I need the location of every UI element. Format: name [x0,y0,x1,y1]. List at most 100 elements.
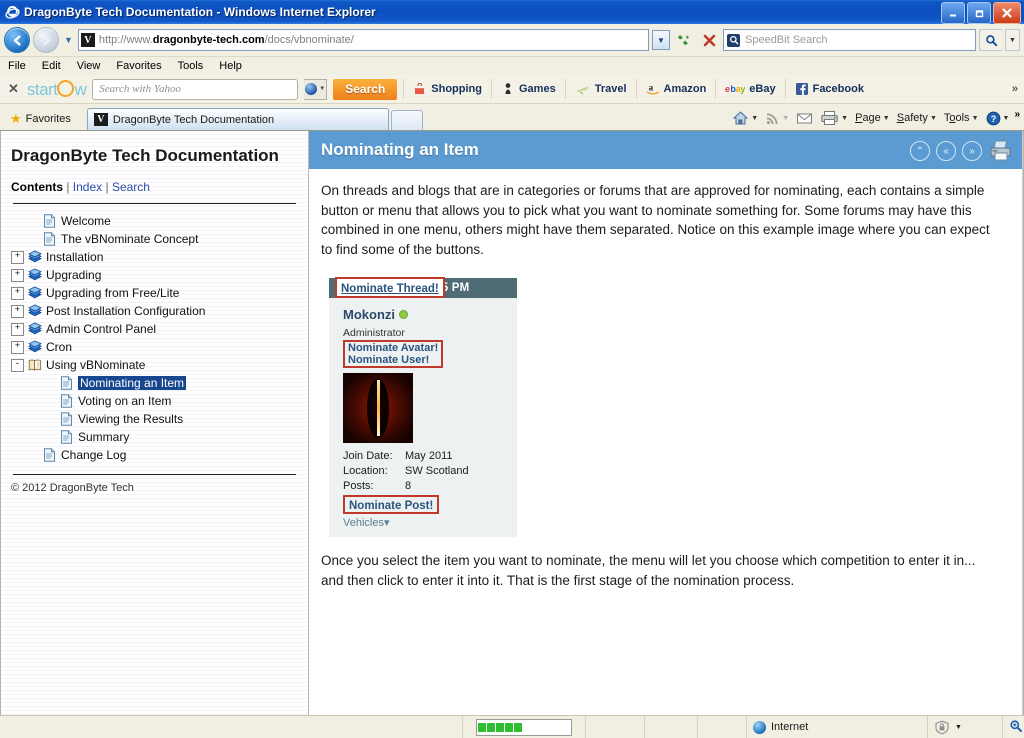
expand-icon[interactable]: + [11,304,24,318]
url-input[interactable]: V http://www.dragonbyte-tech.com/docs/vb… [77,29,649,51]
tab-label: DragonByte Tech Documentation [112,113,275,126]
page-icon [43,214,56,228]
minimize-button[interactable] [941,2,965,24]
page-title: Nominating an Item [321,140,479,159]
zoom-cell[interactable]: 100% ▼ [1003,716,1024,738]
tree-item-using-vbnominate[interactable]: - Using vBNominate [11,356,298,374]
print-icon[interactable] [988,139,1014,163]
chevron-down-icon: ▼ [882,114,890,122]
expand-icon[interactable]: + [11,322,24,336]
toolbar-link-shopping[interactable]: Shopping [410,82,485,96]
yahoo-search-input[interactable]: Search with Yahoo [92,78,299,100]
history-dropdown-icon[interactable]: ▼ [62,35,75,45]
next-icon[interactable]: » [962,141,982,161]
tree-item-label: Installation [46,250,104,265]
toolbar-divider [715,79,717,99]
tree-item-nominating-an-item[interactable]: Nominating an Item [11,374,298,392]
tree-item-the-vbnominate-concept[interactable]: The vBNominate Concept [11,230,298,248]
stat-key: Posts: [343,480,374,493]
collapse-icon[interactable]: - [11,358,24,372]
protected-mode-cell[interactable]: ▼ [928,716,1003,738]
toolbar-link-label: eBay [749,83,776,95]
search-input[interactable]: SpeedBit Search [723,29,976,51]
home-button[interactable]: ▼ [730,108,760,128]
command-bar-overflow-icon[interactable]: » [1014,109,1020,120]
example-forum-post-image: Nominate Thread! 06-27-2011, 08:35 PM Mo… [329,277,517,538]
forward-arrow-icon[interactable] [33,27,59,53]
tools-menu-label-b: ols [955,112,970,124]
up-icon[interactable]: ⌃ [910,141,930,161]
chevron-down-icon: ▼ [319,86,326,92]
url-dropdown-icon[interactable]: ▼ [652,30,670,50]
toolbar-link-travel[interactable]: Travel [572,83,630,95]
content-header-toolbar: ⌃ « » [910,139,1014,163]
menu-item-edit[interactable]: Edit [42,60,61,72]
nav-contents-label[interactable]: Contents [11,180,63,194]
tree-item-label: Post Installation Configuration [46,304,206,319]
url-domain: dragonbyte-tech.com [152,34,265,46]
chevron-down-icon: ▼ [971,114,979,122]
search-go-button[interactable] [979,29,1002,51]
sidebar-title: DragonByte Tech Documentation [11,146,279,165]
expand-icon[interactable]: + [11,268,24,282]
nav-search-link[interactable]: Search [112,180,150,194]
home-icon [733,111,749,125]
tree-item-post-installation-configuration[interactable]: + Post Installation Configuration [11,302,298,320]
help-menu-button[interactable]: ? ▼ [984,108,1012,128]
toolbar-link-amazon[interactable]: a Amazon [643,82,710,96]
menu-item-file[interactable]: File [8,60,26,72]
tree-item-voting-on-an-item[interactable]: Voting on an Item [11,392,298,410]
menu-item-help[interactable]: Help [219,60,242,72]
close-toolbar-icon[interactable]: ✕ [6,81,21,97]
tree-item-cron[interactable]: + Cron [11,338,298,356]
stop-icon[interactable] [698,29,720,51]
tools-menu-button[interactable]: Tools ▼ [942,108,981,128]
menu-item-favorites[interactable]: Favorites [116,60,161,72]
chevron-down-icon: ▼ [1002,114,1010,122]
refresh-icon[interactable] [673,29,695,51]
sidebar-divider-bottom [13,474,296,476]
toolbar-link-games[interactable]: Games [498,82,559,96]
back-arrow-icon[interactable] [4,27,30,53]
tree-item-change-log[interactable]: Change Log [11,446,298,464]
toolbar-link-ebay[interactable]: ebay eBay [722,83,778,95]
menu-item-tools[interactable]: Tools [178,60,204,72]
maximize-button[interactable] [967,2,991,24]
tree-item-upgrading[interactable]: + Upgrading [11,266,298,284]
globe-icon [753,720,766,734]
favorites-button[interactable]: ★ Favorites [6,109,79,129]
previous-icon[interactable]: « [936,141,956,161]
expand-icon[interactable]: + [11,340,24,354]
close-button[interactable] [993,2,1021,24]
menu-item-view[interactable]: View [77,60,101,72]
expand-icon[interactable]: + [11,250,24,264]
expand-icon[interactable]: + [11,286,24,300]
tree-item-viewing-the-results[interactable]: Viewing the Results [11,410,298,428]
print-button[interactable]: ▼ [818,108,850,128]
security-zone-cell[interactable]: Internet [747,716,928,738]
toolbar-overflow-icon[interactable]: » [1012,83,1018,95]
page-menu-button[interactable]: Page ▼ [853,108,892,128]
page-icon [43,232,56,246]
svg-text:a: a [648,83,653,93]
search-options-dropdown[interactable]: ▼ [1005,29,1020,51]
mail-button[interactable] [794,108,815,128]
tree-item-label: Voting on an Item [78,394,172,409]
feeds-button[interactable]: ▼ [763,108,791,128]
tree-item-admin-control-panel[interactable]: + Admin Control Panel [11,320,298,338]
startnow-search-button[interactable]: Search [333,78,398,100]
tree-item-welcome[interactable]: Welcome [11,212,298,230]
toolbar-link-facebook[interactable]: Facebook [792,82,867,96]
nav-index-link[interactable]: Index [73,180,102,194]
tree-item-summary[interactable]: Summary [11,428,298,446]
tree-item-installation[interactable]: + Installation [11,248,298,266]
book-stack-icon [28,304,42,318]
safety-menu-button[interactable]: Safety ▼ [895,108,939,128]
tree-item-upgrading-from-free-lite[interactable]: + Upgrading from Free/Lite [11,284,298,302]
browser-tab-active[interactable]: V DragonByte Tech Documentation [86,108,389,130]
startnow-logo-o-icon [57,80,75,97]
new-tab-button[interactable] [390,110,423,130]
help-icon: ? [986,111,1000,125]
yahoo-provider-button[interactable]: ▼ [304,78,328,100]
